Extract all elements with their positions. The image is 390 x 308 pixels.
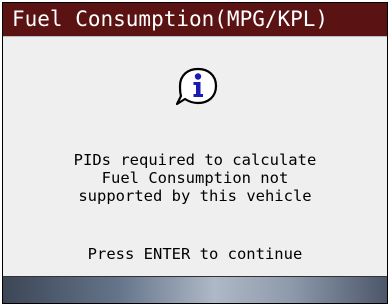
- footer-bar: [3, 276, 387, 303]
- error-message: PIDs required to calculate Fuel Consumpt…: [3, 151, 387, 205]
- info-icon: [175, 67, 218, 106]
- scan-tool-screen: Fuel Consumption(MPG/KPL) PIDs required …: [2, 2, 388, 304]
- continue-prompt: Press ENTER to continue: [87, 245, 303, 263]
- screen-title: Fuel Consumption(MPG/KPL): [3, 3, 387, 36]
- message-line-2: Fuel Consumption not: [101, 169, 289, 187]
- message-panel: PIDs required to calculate Fuel Consumpt…: [3, 36, 387, 276]
- message-line-3: supported by this vehicle: [78, 187, 312, 205]
- message-line-1: PIDs required to calculate: [73, 151, 317, 169]
